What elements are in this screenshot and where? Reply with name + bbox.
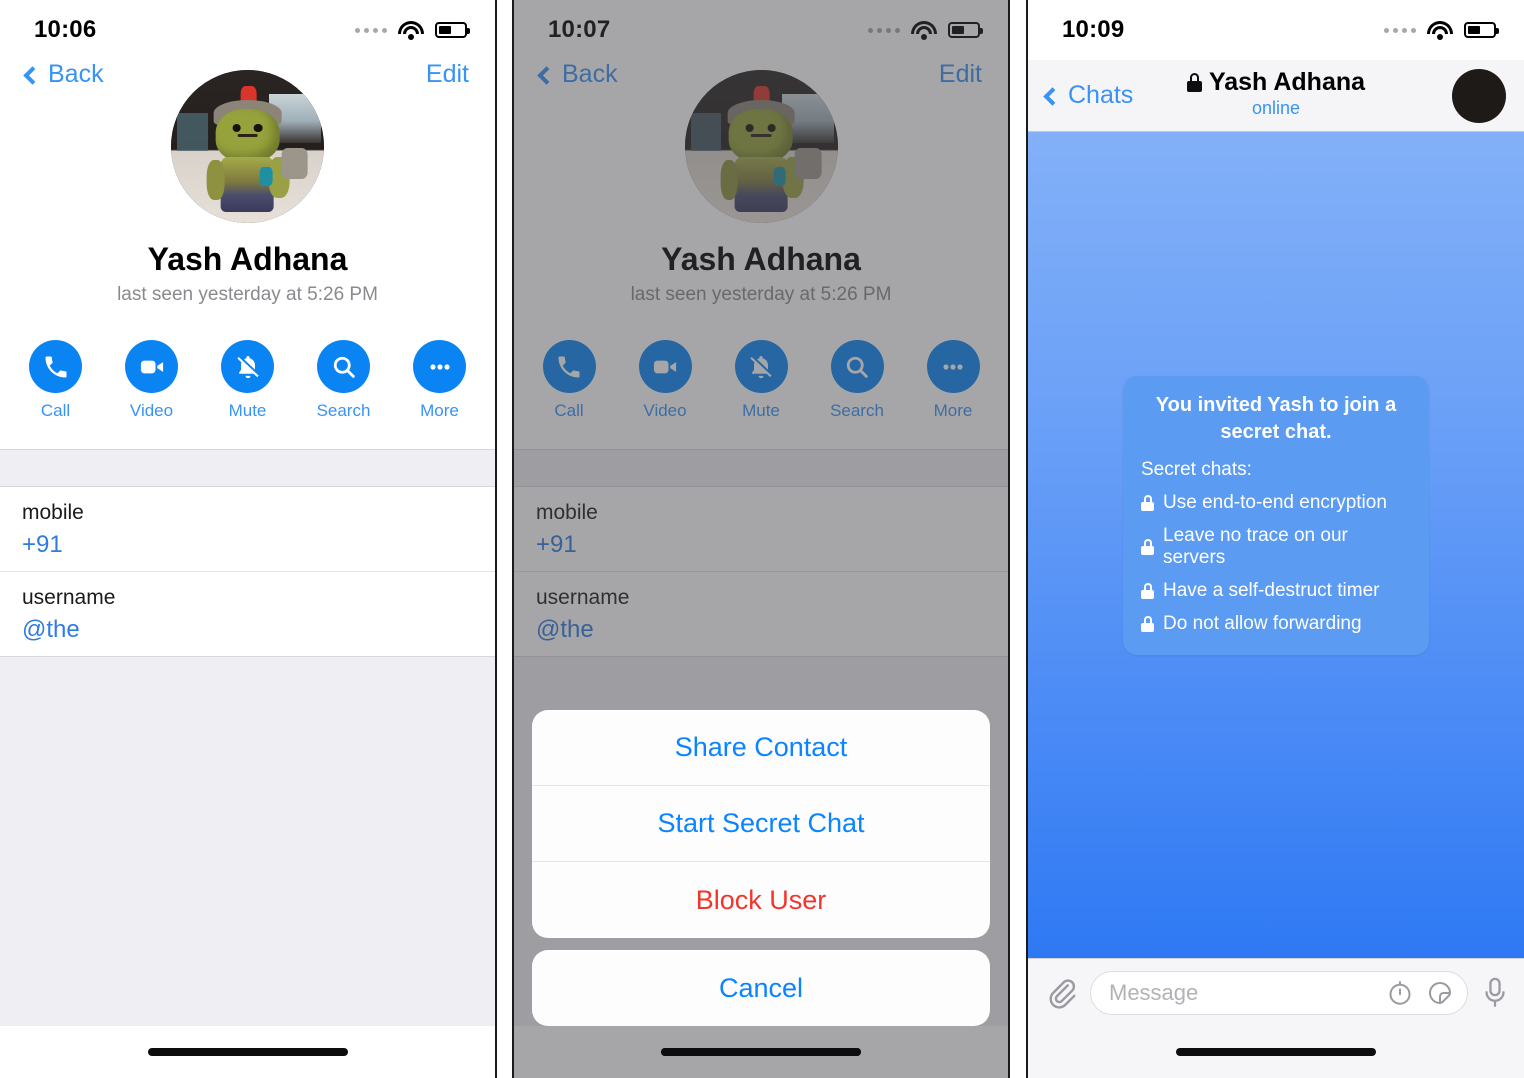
home-indicator-area [1028, 1026, 1524, 1078]
home-indicator[interactable] [147, 1048, 348, 1056]
status-time: 10:06 [34, 16, 97, 43]
phone-icon [29, 340, 82, 393]
video-camera-icon [125, 340, 178, 393]
info-key: mobile [22, 501, 84, 524]
action-mute[interactable]: Mute [219, 340, 277, 421]
bubble-feature-item: Have a self-destruct timer [1141, 580, 1411, 602]
info-key: username [22, 586, 116, 609]
section-separator [0, 449, 495, 487]
ellipsis-icon [413, 340, 466, 393]
action-search[interactable]: Search [315, 340, 373, 421]
status-bar: 10:09 [1028, 0, 1524, 60]
search-icon [317, 340, 370, 393]
action-call[interactable]: Call [27, 340, 85, 421]
info-value: @the [22, 616, 80, 643]
bubble-feature-item: Use end-to-end encryption [1141, 492, 1411, 514]
battery-icon [435, 22, 470, 38]
battery-icon [1464, 22, 1499, 38]
home-indicator[interactable] [661, 1048, 861, 1056]
action-more[interactable]: More [411, 340, 469, 421]
action-video[interactable]: Video [123, 340, 181, 421]
profile-action-row: Call Video Mute Search More [0, 340, 495, 421]
chats-back-label: Chats [1068, 81, 1134, 109]
bubble-feature-label: Do not allow forwarding [1163, 612, 1362, 634]
status-bar: 10:06 [0, 0, 495, 60]
action-video-label: Video [129, 401, 174, 420]
chat-nav-bar: Chats Yash Adhana online [1028, 60, 1524, 132]
home-indicator-area [0, 1026, 495, 1078]
paperclip-icon[interactable] [1044, 976, 1078, 1010]
action-call-label: Call [40, 401, 71, 420]
message-composer: Message [1028, 958, 1524, 1026]
avatar[interactable] [171, 70, 324, 223]
microphone-icon[interactable] [1482, 976, 1508, 1010]
bubble-feature-item: Leave no trace on our servers [1141, 525, 1411, 569]
screenshot-stage: 10:06 Back Edit Yash Adhana last seen ye… [0, 0, 1524, 1078]
back-button[interactable]: Back [23, 60, 104, 89]
start-secret-chat-button[interactable]: Start Secret Chat [532, 786, 990, 862]
list-empty-area [0, 656, 495, 1026]
sticker-icon[interactable] [1425, 978, 1455, 1008]
action-mute-label: Mute [228, 401, 267, 420]
chat-title-row: Yash Adhana [1186, 68, 1366, 97]
bubble-feature-label: Have a self-destruct timer [1163, 579, 1380, 601]
phone-screen-secret-chat: 10:09 Chats Yash Adhana online You invit… [1026, 0, 1524, 1078]
lock-icon [1141, 538, 1154, 555]
contact-info-list: mobile +91 username @the [0, 487, 495, 656]
status-time: 10:09 [1062, 16, 1125, 43]
status-indicators [1384, 20, 1499, 40]
chevron-left-icon [1043, 87, 1062, 106]
lock-icon [1141, 494, 1154, 511]
list-item[interactable]: username @the [0, 572, 495, 656]
bell-slash-icon [221, 340, 274, 393]
chat-message-area: You invited Yash to join a secret chat. … [1028, 132, 1524, 958]
bubble-feature-label: Leave no trace on our servers [1163, 524, 1348, 568]
message-placeholder: Message [1109, 979, 1199, 1005]
back-label: Back [48, 60, 104, 88]
signal-dots-icon [1384, 27, 1416, 33]
chat-title: Yash Adhana [1208, 68, 1366, 96]
avatar[interactable] [1452, 68, 1506, 123]
page-title: Yash Adhana [147, 241, 348, 277]
cancel-button[interactable]: Cancel [532, 950, 990, 1026]
lock-icon [1141, 582, 1154, 599]
status-indicators [355, 20, 470, 40]
lock-icon [1186, 73, 1202, 92]
chevron-left-icon [23, 66, 42, 85]
bubble-feature-item: Do not allow forwarding [1141, 613, 1411, 635]
bubble-subtitle: Secret chats: [1141, 458, 1252, 480]
list-item[interactable]: mobile +91 [0, 487, 495, 572]
share-contact-button[interactable]: Share Contact [532, 710, 990, 786]
info-value: +91 [22, 531, 63, 558]
bubble-feature-label: Use end-to-end encryption [1163, 491, 1387, 513]
action-sheet-options: Share Contact Start Secret Chat Block Us… [532, 710, 990, 938]
wifi-icon [1427, 20, 1453, 40]
chats-back-button[interactable]: Chats [1043, 81, 1134, 110]
phone-screen-action-sheet: 10:07 Back Edit Yash Adhana last seen ye… [512, 0, 1010, 1078]
home-indicator-area [514, 1026, 1008, 1078]
message-input[interactable]: Message [1090, 970, 1468, 1015]
action-search-label: Search [316, 401, 371, 420]
phone-screen-profile: 10:06 Back Edit Yash Adhana last seen ye… [0, 0, 497, 1078]
lock-icon [1141, 615, 1154, 632]
action-sheet: Share Contact Start Secret Chat Block Us… [514, 710, 1008, 1026]
home-indicator[interactable] [1176, 1048, 1376, 1056]
chat-presence-status: online [1251, 98, 1301, 118]
bubble-title: You invited Yash to join a secret chat. [1155, 393, 1397, 443]
signal-dots-icon [355, 27, 387, 33]
self-destruct-timer-icon[interactable] [1385, 978, 1415, 1008]
profile-last-seen: last seen yesterday at 5:26 PM [117, 284, 378, 305]
wifi-icon [398, 20, 424, 40]
block-user-button[interactable]: Block User [532, 862, 990, 938]
secret-chat-info-bubble: You invited Yash to join a secret chat. … [1123, 375, 1429, 655]
edit-button[interactable]: Edit [426, 60, 469, 89]
profile-body: Back Edit Yash Adhana last seen yesterda… [0, 60, 495, 1078]
action-more-label: More [420, 401, 459, 420]
